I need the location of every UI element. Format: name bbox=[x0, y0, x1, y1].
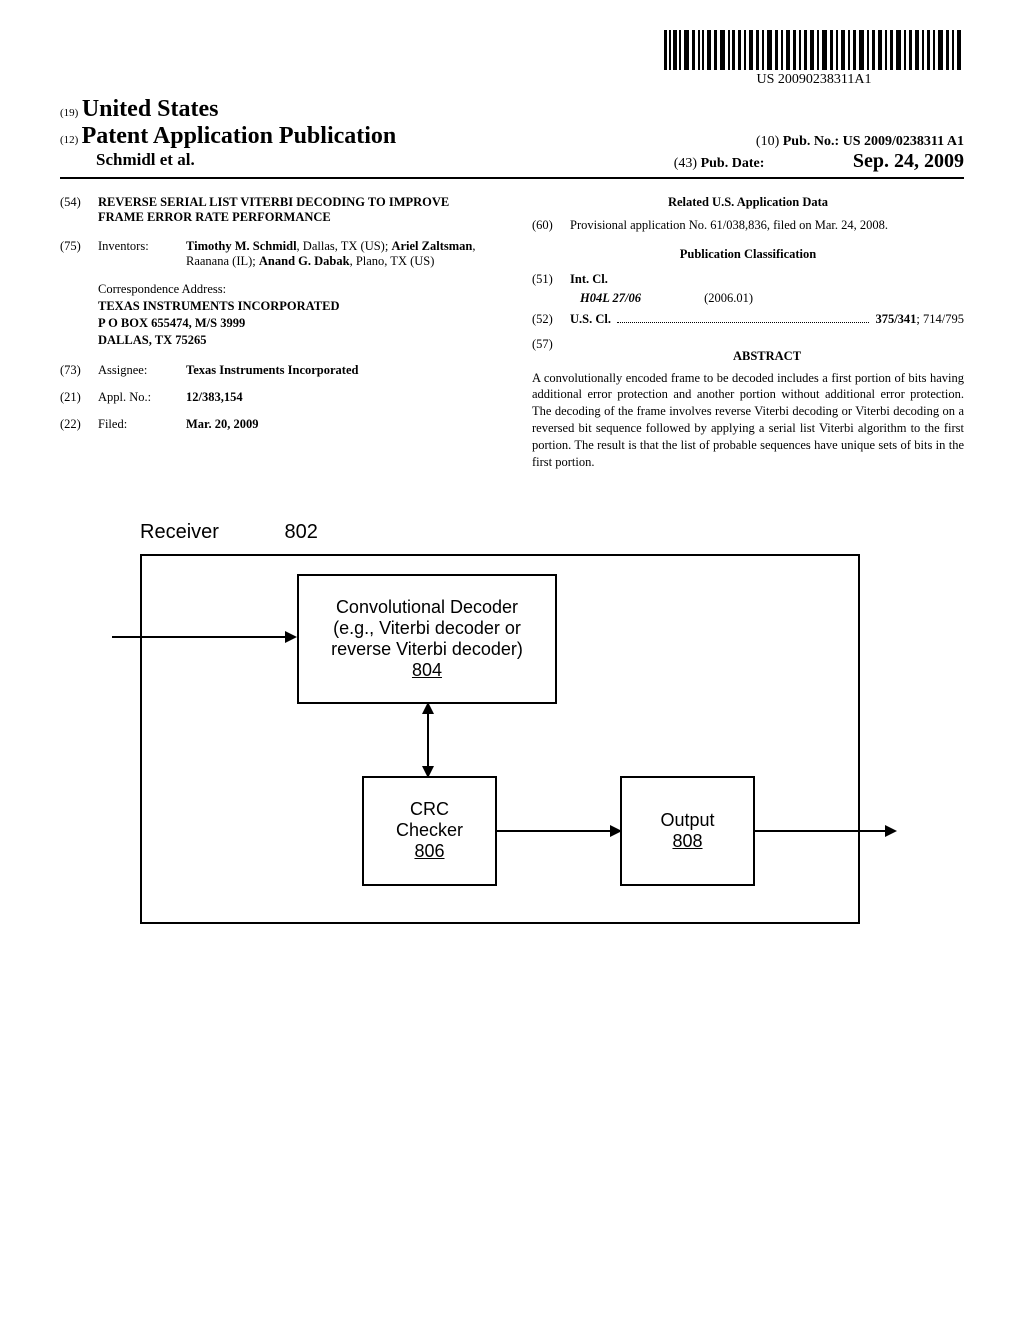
left-column: (54) REVERSE SERIAL LIST VITERBI DECODIN… bbox=[60, 195, 492, 471]
assignee-value: Texas Instruments Incorporated bbox=[186, 363, 358, 377]
appl-label: Appl. No.: bbox=[98, 390, 186, 405]
us-cl-row: (52) U.S. Cl. 375/341; 714/795 bbox=[532, 312, 964, 327]
pub-no-code: (10) bbox=[756, 134, 779, 149]
int-cl-value: H04L 27/06 bbox=[580, 291, 641, 305]
corr-line1: TEXAS INSTRUMENTS INCORPORATED bbox=[98, 299, 339, 313]
abstract-num: (57) bbox=[532, 337, 570, 364]
int-cl-num: (51) bbox=[532, 270, 570, 308]
correspondence-block: Correspondence Address: TEXAS INSTRUMENT… bbox=[98, 281, 492, 349]
corr-line3: DALLAS, TX 75265 bbox=[98, 333, 206, 347]
title-num: (54) bbox=[60, 195, 98, 225]
inventor-1: Timothy M. Schmidl bbox=[186, 239, 297, 253]
us-cl-num: (52) bbox=[532, 312, 570, 327]
arrow-crc-out-icon bbox=[497, 830, 620, 832]
abstract-label: ABSTRACT bbox=[570, 349, 964, 364]
abstract-row: (57) ABSTRACT bbox=[532, 337, 964, 364]
decoder-box: Convolutional Decoder (e.g., Viterbi dec… bbox=[297, 574, 557, 704]
arrow-out-icon bbox=[755, 830, 895, 832]
inventor-3: Anand G. Dabak bbox=[259, 254, 350, 268]
inventor-3-loc: , Plano, TX (US) bbox=[350, 254, 435, 268]
decoder-num: 804 bbox=[412, 660, 442, 681]
receiver-num: 802 bbox=[284, 521, 317, 543]
us-cl-value2: ; 714/795 bbox=[916, 312, 964, 327]
inventors-row: (75) Inventors: Timothy M. Schmidl, Dall… bbox=[60, 239, 492, 269]
receiver-box: Convolutional Decoder (e.g., Viterbi dec… bbox=[140, 554, 860, 924]
pub-date-label: Pub. Date: bbox=[701, 156, 765, 171]
filed-value: Mar. 20, 2009 bbox=[186, 417, 258, 431]
country-name: United States bbox=[82, 96, 219, 122]
pub-class-header: Publication Classification bbox=[532, 247, 964, 262]
appl-num: (21) bbox=[60, 390, 98, 405]
receiver-label: Receiver bbox=[140, 521, 219, 543]
int-cl-year: (2006.01) bbox=[704, 291, 753, 305]
us-cl-dotted-fill bbox=[617, 322, 869, 323]
invention-title: REVERSE SERIAL LIST VITERBI DECODING TO … bbox=[98, 195, 492, 225]
int-cl-row: (51) Int. Cl. H04L 27/06 (2006.01) bbox=[532, 270, 964, 308]
barcode-text: US 20090238311A1 bbox=[664, 72, 964, 88]
pub-title: Patent Application Publication bbox=[82, 123, 397, 149]
crc-num: 806 bbox=[414, 841, 444, 862]
pub-no-label: Pub. No.: bbox=[783, 134, 839, 149]
filed-num: (22) bbox=[60, 417, 98, 432]
header-section: (19) United States (12) Patent Applicati… bbox=[60, 96, 964, 179]
output-label: Output bbox=[660, 810, 714, 831]
appl-value: 12/383,154 bbox=[186, 390, 243, 404]
inventors-num: (75) bbox=[60, 239, 98, 269]
decoder-line1: Convolutional Decoder bbox=[336, 597, 518, 618]
authors-name: Schmidl et al. bbox=[60, 150, 195, 173]
decoder-line3: reverse Viterbi decoder) bbox=[331, 639, 523, 660]
us-cl-label: U.S. Cl. bbox=[570, 312, 611, 327]
barcode-section: US 20090238311A1 bbox=[60, 30, 964, 88]
decoder-line2: (e.g., Viterbi decoder or bbox=[333, 618, 521, 639]
pub-date-value: Sep. 24, 2009 bbox=[853, 150, 964, 172]
inventor-2: Ariel Zaltsman bbox=[391, 239, 472, 253]
two-column-layout: (54) REVERSE SERIAL LIST VITERBI DECODIN… bbox=[60, 195, 964, 471]
barcode-icon: US 20090238311A1 bbox=[664, 30, 964, 88]
inventors-value: Timothy M. Schmidl, Dallas, TX (US); Ari… bbox=[186, 239, 492, 269]
pub-code: (12) bbox=[60, 134, 78, 146]
diagram-label: Receiver 802 bbox=[140, 521, 964, 544]
int-cl-label: Int. Cl. bbox=[570, 272, 608, 286]
assignee-num: (73) bbox=[60, 363, 98, 378]
country-code: (19) bbox=[60, 107, 78, 119]
invention-title-block: (54) REVERSE SERIAL LIST VITERBI DECODIN… bbox=[60, 195, 492, 225]
corr-label: Correspondence Address: bbox=[98, 281, 492, 298]
related-data-header: Related U.S. Application Data bbox=[532, 195, 964, 210]
inventors-label: Inventors: bbox=[98, 239, 186, 269]
prov-text: Provisional application No. 61/038,836, … bbox=[570, 218, 964, 233]
abstract-text: A convolutionally encoded frame to be de… bbox=[532, 370, 964, 471]
output-box: Output 808 bbox=[620, 776, 755, 886]
inventor-1-loc: , Dallas, TX (US); bbox=[297, 239, 392, 253]
right-column: Related U.S. Application Data (60) Provi… bbox=[532, 195, 964, 471]
filed-label: Filed: bbox=[98, 417, 186, 432]
corr-line2: P O BOX 655474, M/S 3999 bbox=[98, 316, 245, 330]
appl-no-row: (21) Appl. No.: 12/383,154 bbox=[60, 390, 492, 405]
arrow-bidirectional-icon bbox=[427, 704, 429, 776]
output-num: 808 bbox=[672, 831, 702, 852]
crc-line2: Checker bbox=[396, 820, 463, 841]
crc-box: CRC Checker 806 bbox=[362, 776, 497, 886]
crc-line1: CRC bbox=[410, 799, 449, 820]
arrow-in-icon bbox=[112, 636, 295, 638]
assignee-row: (73) Assignee: Texas Instruments Incorpo… bbox=[60, 363, 492, 378]
provisional-row: (60) Provisional application No. 61/038,… bbox=[532, 218, 964, 233]
pub-no-value: US 2009/0238311 A1 bbox=[843, 134, 964, 149]
us-cl-value1: 375/341 bbox=[875, 312, 916, 326]
filed-row: (22) Filed: Mar. 20, 2009 bbox=[60, 417, 492, 432]
prov-num: (60) bbox=[532, 218, 570, 233]
pub-date-code: (43) bbox=[674, 156, 697, 171]
assignee-label: Assignee: bbox=[98, 363, 186, 378]
block-diagram: Receiver 802 Convolutional Decoder (e.g.… bbox=[140, 521, 964, 924]
